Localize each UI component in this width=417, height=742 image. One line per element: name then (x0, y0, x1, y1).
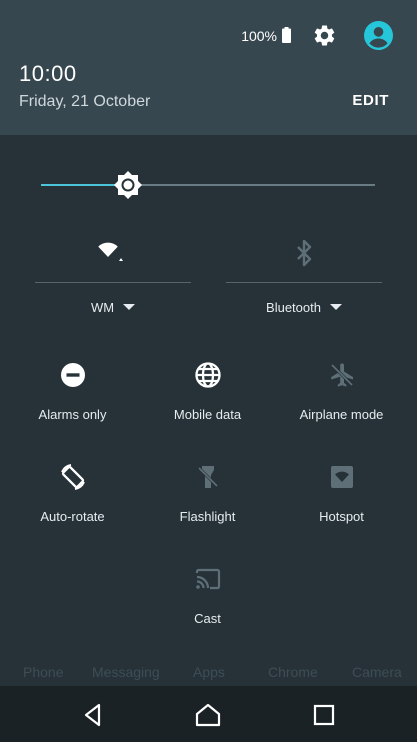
tile-label: Cast (194, 611, 221, 626)
date-text: Friday, 21 October (19, 93, 151, 110)
tile-flashlight[interactable]: Flashlight (138, 463, 277, 553)
tile-bluetooth[interactable]: Bluetooth (226, 238, 382, 323)
tile-divider (226, 282, 382, 283)
brightness-slider[interactable] (41, 170, 375, 200)
tile-label: Mobile data (173, 407, 242, 422)
tile-label: Airplane mode (299, 407, 384, 422)
chevron-down-icon (123, 304, 136, 310)
tile-airplane-mode[interactable]: Airplane mode (272, 361, 411, 451)
wifi-network-dropdown[interactable]: WM (35, 300, 191, 315)
tile-mobile-data[interactable]: Mobile data (138, 361, 277, 451)
chevron-down-icon (329, 304, 342, 310)
status-row: 100% (0, 20, 417, 50)
tile-cast[interactable]: Cast (138, 565, 277, 655)
quick-settings-header: 100% 10:00 Friday, 21 October EDIT (0, 0, 417, 135)
tile-auto-rotate[interactable]: Auto-rotate (3, 463, 142, 553)
tile-label: Hotspot (319, 509, 364, 524)
hotspot-icon (330, 466, 353, 488)
dock-app-phone[interactable]: Phone (23, 664, 63, 680)
clock-time: 10:00 (19, 61, 77, 86)
battery-percent: 100% (241, 28, 277, 44)
tile-hotspot[interactable]: Hotspot (272, 463, 411, 553)
auto-rotate-icon (60, 464, 85, 490)
edit-button[interactable]: EDIT (352, 92, 389, 109)
tile-label: Auto-rotate (40, 509, 105, 524)
navigation-bar (0, 686, 417, 742)
home-icon[interactable] (193, 700, 223, 730)
tile-wifi[interactable]: WM (35, 238, 191, 323)
tile-divider (35, 282, 191, 283)
dock-app-camera[interactable]: Camera (352, 664, 402, 680)
brightness-thumb-icon[interactable] (113, 171, 142, 199)
do-not-disturb-icon (60, 363, 85, 387)
tile-alarms-only[interactable]: Alarms only (3, 361, 142, 451)
account-circle-icon[interactable] (364, 21, 393, 50)
wifi-network-label: WM (90, 300, 115, 315)
wifi-icon (98, 242, 123, 261)
dock-app-messaging[interactable]: Messaging (92, 664, 160, 680)
recents-icon[interactable] (309, 700, 339, 730)
battery-full-icon (282, 27, 291, 43)
tile-label: Flashlight (179, 509, 236, 524)
dock-app-apps[interactable]: Apps (193, 664, 225, 680)
cast-icon (195, 568, 220, 590)
bluetooth-label: Bluetooth (266, 300, 321, 315)
bluetooth-icon (297, 239, 312, 267)
gear-icon[interactable] (312, 23, 337, 48)
globe-icon (194, 362, 221, 388)
airplane-icon (330, 363, 353, 387)
back-icon[interactable] (78, 700, 108, 730)
bluetooth-dropdown[interactable]: Bluetooth (226, 300, 382, 315)
tile-label: Alarms only (38, 407, 107, 422)
dock-app-chrome[interactable]: Chrome (268, 664, 318, 680)
flashlight-icon (197, 466, 218, 488)
home-dock: Phone Messaging Apps Chrome Camera (0, 664, 417, 682)
